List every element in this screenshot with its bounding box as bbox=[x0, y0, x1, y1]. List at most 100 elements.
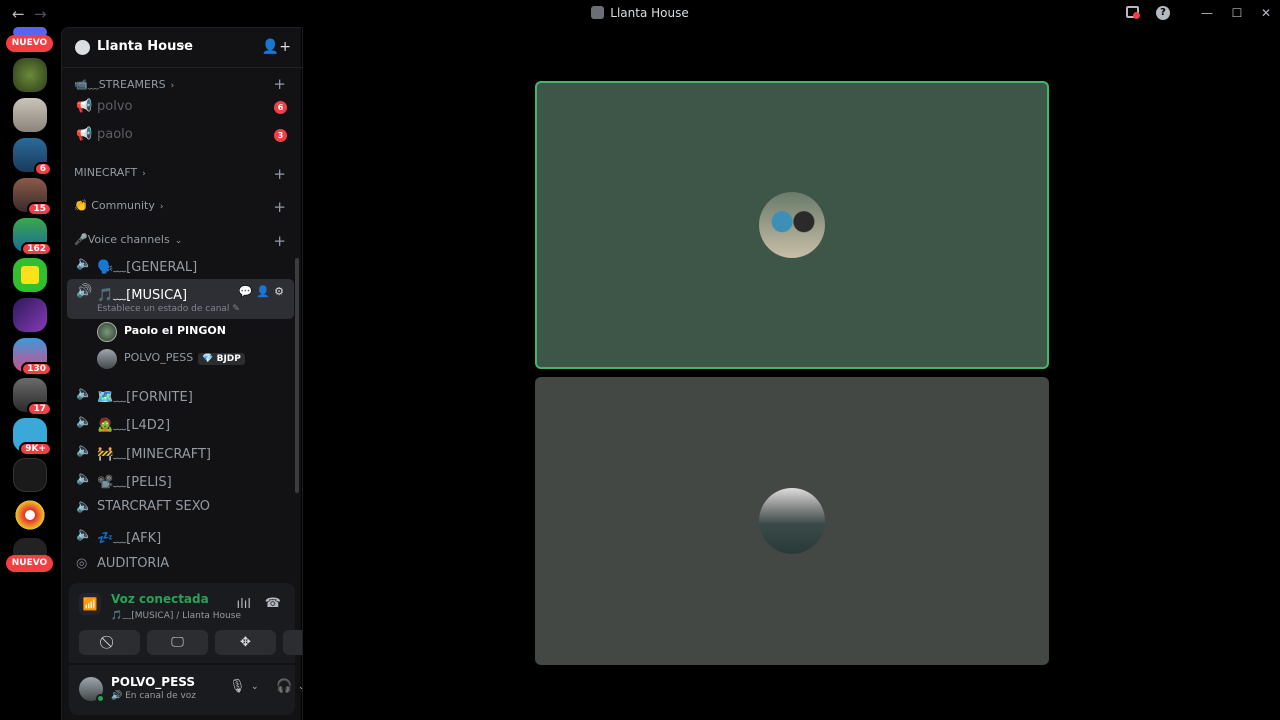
scrollbar[interactable] bbox=[295, 258, 299, 493]
guild-item[interactable]: 130 bbox=[13, 338, 52, 376]
category-label: MINECRAFT bbox=[74, 166, 138, 179]
speaker-icon: 🔈 bbox=[76, 499, 93, 514]
title-bar: ← → Llanta House ? — ☐ ✕ bbox=[0, 0, 1280, 27]
signal-icon[interactable]: 📶 bbox=[79, 593, 101, 615]
mention-badge: 3 bbox=[274, 129, 287, 142]
voice-channel-l4d2[interactable]: 🔈 🧟﹏[L4D2] bbox=[67, 409, 294, 435]
chevron-down-icon[interactable]: ⌄ bbox=[251, 682, 259, 692]
voice-channel-minecraft[interactable]: 🔈 🚧﹏[MINECRAFT] bbox=[67, 438, 294, 464]
guild-item[interactable]: 162 bbox=[13, 218, 52, 256]
window-title-text: Llanta House bbox=[610, 6, 689, 20]
channel-paolo[interactable]: 📢 paolo 3 bbox=[67, 122, 294, 148]
user-status: 🔊 En canal de voz bbox=[111, 691, 197, 701]
guild-item[interactable] bbox=[13, 498, 47, 532]
guild-item[interactable]: 15 bbox=[13, 178, 52, 216]
guild-item[interactable] bbox=[13, 98, 47, 132]
server-list: NUEVO 6 15 162 130 17 9K+ NUEVO bbox=[0, 27, 60, 720]
new-badge: NUEVO bbox=[6, 555, 53, 572]
invite-people-icon[interactable]: 👤+ bbox=[262, 39, 291, 55]
mention-badge: 17 bbox=[27, 402, 52, 416]
speaker-icon: 🔈 bbox=[76, 386, 93, 401]
category-streamers[interactable]: 📹﹏STREAMERS › bbox=[74, 76, 174, 92]
online-status-icon bbox=[96, 694, 105, 703]
guild-item[interactable]: 17 bbox=[13, 378, 52, 416]
minimize-button[interactable]: — bbox=[1200, 6, 1214, 20]
server-icon bbox=[591, 6, 605, 19]
channel-label: 💤﹏[AFK] bbox=[97, 531, 162, 546]
announcement-icon: 📢 bbox=[76, 127, 93, 142]
category-voice-channels[interactable]: 🎤Voice channels ⌄ bbox=[74, 233, 182, 246]
mention-badge: 130 bbox=[21, 362, 52, 376]
voice-channel-link[interactable]: 🎵﹏[MUSICA] / Llanta House bbox=[111, 608, 241, 621]
invite-icon[interactable]: 👤 bbox=[256, 285, 274, 298]
activities-button[interactable]: ✥ bbox=[215, 630, 276, 655]
mention-badge: 6 bbox=[274, 101, 287, 114]
category-label: 👏 Community bbox=[74, 199, 155, 212]
category-community[interactable]: 👏 Community › bbox=[74, 199, 163, 212]
category-minecraft[interactable]: MINECRAFT › bbox=[74, 166, 146, 179]
voice-channel-afk[interactable]: 🔈 💤﹏[AFK] bbox=[67, 522, 294, 548]
category-label: 📹﹏STREAMERS bbox=[74, 78, 166, 91]
noise-suppression-icon[interactable]: ılıl bbox=[237, 597, 251, 612]
voice-user-name: Paolo el PINGON bbox=[124, 324, 226, 337]
channel-label: 📽️﹏[PELIS] bbox=[97, 475, 172, 490]
add-channel-button[interactable]: + bbox=[273, 77, 286, 92]
channel-status[interactable]: Establece un estado de canal ✎ bbox=[97, 304, 240, 314]
settings-icon[interactable]: ⚙ bbox=[274, 285, 288, 298]
voice-channel-pelis[interactable]: 🔈 📽️﹏[PELIS] bbox=[67, 466, 294, 492]
channel-tools: 💬👤⚙ bbox=[239, 285, 288, 298]
mention-badge: 6 bbox=[33, 162, 52, 176]
speaker-icon: 🔈 bbox=[76, 527, 93, 542]
add-channel-button[interactable]: + bbox=[273, 200, 286, 215]
guild-item[interactable] bbox=[13, 458, 47, 492]
guild-item[interactable] bbox=[13, 298, 47, 332]
voice-channel-fornite[interactable]: 🔈 🗺️﹏[FORNITE] bbox=[67, 381, 294, 407]
voice-channel-musica[interactable]: 🔊 🎵﹏[MUSICA] Establece un estado de cana… bbox=[67, 279, 294, 319]
add-channel-button[interactable]: + bbox=[273, 234, 286, 249]
close-button[interactable]: ✕ bbox=[1259, 6, 1273, 20]
chevron-down-icon: ⌄ bbox=[174, 236, 183, 246]
chevron-down-icon: ⌄ bbox=[178, 39, 187, 50]
server-header[interactable]: Llanta House ⌄ 👤+ bbox=[62, 28, 302, 68]
channel-sidebar: Llanta House ⌄ 👤+ 📹﹏STREAMERS › + 📢 polvo 6… bbox=[61, 27, 345, 720]
clan-tag: 💎 BJDP bbox=[198, 353, 245, 365]
voice-call-area bbox=[302, 27, 1280, 720]
speaker-icon: 🔈 bbox=[76, 471, 93, 486]
speaker-icon: 🔈 bbox=[76, 256, 93, 271]
chat-icon[interactable]: 💬 bbox=[239, 285, 257, 298]
user-panel: POLVO_PESS 🔊 En canal de voz 🎙 ⌄ 🎧 ⌄ ⚙ bbox=[69, 665, 334, 715]
add-channel-button[interactable]: + bbox=[273, 167, 286, 182]
chevron-right-icon: › bbox=[170, 81, 175, 91]
speaker-icon: 🔊 bbox=[76, 284, 93, 299]
stage-channel-auditoria[interactable]: ◎ AUDITORIA bbox=[67, 551, 294, 577]
mention-badge: 15 bbox=[27, 202, 52, 216]
participant-tile-speaking[interactable] bbox=[535, 81, 1049, 369]
voice-status: Voz conectada bbox=[111, 592, 209, 606]
inbox-icon[interactable] bbox=[1126, 6, 1140, 19]
channel-label: 🎵﹏[MUSICA] bbox=[97, 288, 188, 303]
category-label: 🎤Voice channels bbox=[74, 233, 170, 246]
voice-connection-panel: 📶 Voz conectada 🎵﹏[MUSICA] / Llanta Hous… bbox=[69, 583, 345, 663]
guild-item[interactable] bbox=[13, 258, 47, 292]
channel-polvo[interactable]: 📢 polvo 6 bbox=[67, 94, 294, 120]
maximize-button[interactable]: ☐ bbox=[1230, 6, 1244, 20]
avatar bbox=[759, 192, 825, 258]
avatar bbox=[97, 322, 117, 342]
disconnect-icon[interactable]: ☎ bbox=[265, 596, 281, 611]
camera-off-button[interactable]: ⃠ bbox=[79, 630, 140, 655]
screen-share-button[interactable]: 🖵 bbox=[147, 630, 208, 655]
guild-item[interactable]: 6 bbox=[13, 138, 52, 176]
avatar bbox=[97, 349, 117, 369]
help-icon[interactable]: ? bbox=[1156, 6, 1170, 20]
guild-item[interactable] bbox=[13, 58, 47, 92]
server-logo-icon bbox=[75, 40, 90, 55]
participant-tile[interactable] bbox=[535, 377, 1049, 665]
microphone-icon[interactable]: 🎙 bbox=[229, 679, 246, 694]
mention-badge: 9K+ bbox=[19, 442, 52, 456]
headphones-icon[interactable]: 🎧 bbox=[276, 679, 292, 694]
guild-item[interactable]: 9K+ bbox=[13, 418, 52, 456]
username[interactable]: POLVO_PESS bbox=[111, 675, 195, 689]
voice-channel-general[interactable]: 🔈 🗣️﹏[GENERAL] bbox=[67, 251, 294, 277]
channel-label: 🧟﹏[L4D2] bbox=[97, 418, 171, 433]
voice-channel-starcraft[interactable]: 🔈 STARCRAFT SEXO bbox=[67, 494, 294, 520]
